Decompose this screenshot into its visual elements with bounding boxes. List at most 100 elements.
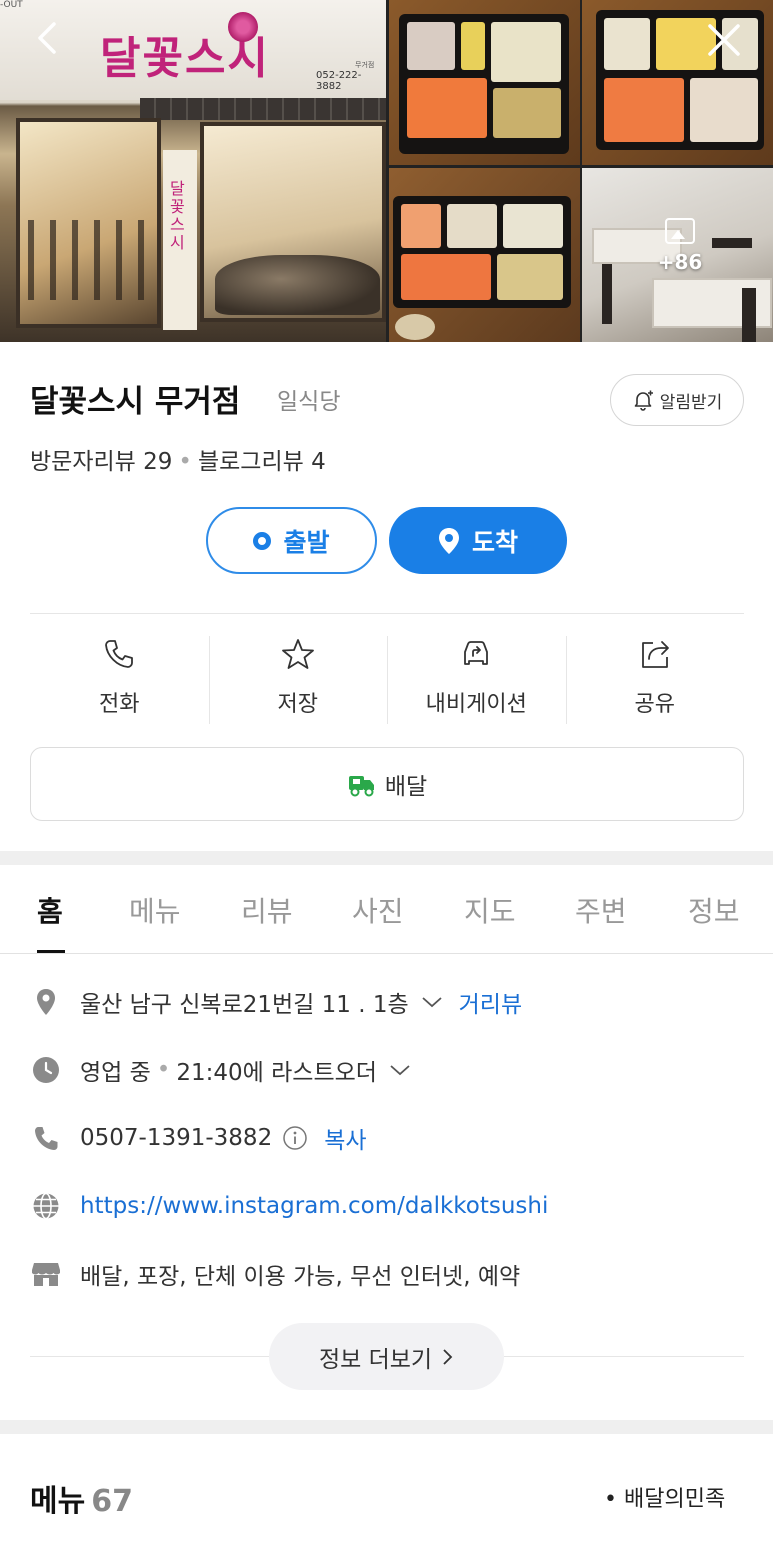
open-status: 영업 중 — [80, 1060, 151, 1086]
soup-bowl — [395, 314, 435, 340]
chair — [712, 238, 752, 248]
salad-cell — [491, 22, 561, 82]
sushi-cell — [497, 254, 563, 300]
more-photos-overlay[interactable]: +86 — [650, 218, 710, 274]
phone-row[interactable]: 0507-1391-3882 복사 — [30, 1118, 367, 1158]
address-row[interactable]: 울산 남구 신복로21번길 11 . 1층 거리뷰 — [30, 982, 522, 1022]
divider — [30, 613, 744, 614]
food-photo-3[interactable] — [389, 168, 580, 342]
tab-reviews[interactable]: 리뷰 — [241, 890, 293, 930]
menu-section-title: 메뉴 67 — [30, 1476, 133, 1520]
more-info-button[interactable]: 정보 더보기 — [269, 1323, 504, 1390]
salmon-sushi-cell — [604, 78, 684, 142]
tab-map[interactable]: 지도 — [464, 890, 516, 930]
tab-bar: 홈 메뉴 리뷰 사진 지도 주변 정보 — [0, 866, 773, 954]
navigation-action[interactable]: 내비게이션 — [387, 636, 566, 724]
salmon-sushi-cell — [407, 78, 487, 138]
arrive-button[interactable]: 도착 — [389, 507, 567, 574]
chevron-right-icon — [443, 1348, 453, 1365]
arrive-label: 도착 — [471, 527, 518, 557]
phone-icon — [35, 1127, 58, 1150]
section-separator — [0, 1420, 773, 1434]
navigation-label: 내비게이션 — [425, 692, 527, 717]
sushi-cell — [690, 78, 758, 142]
sushi-cell — [461, 22, 485, 70]
visitor-reviews-link[interactable]: 방문자리뷰 29 — [30, 449, 172, 475]
car-navigation-icon — [464, 641, 489, 665]
chevron-left-icon — [38, 22, 56, 54]
sign-phone-text: 052-222-3882 — [316, 70, 362, 92]
origin-dot-icon — [253, 531, 272, 550]
alert-label: 알림받기 — [659, 392, 723, 413]
sushi-cell — [401, 204, 441, 248]
separator-dot: • — [178, 449, 192, 475]
door-text: 달꽃스시 — [170, 179, 185, 252]
delivery-truck-icon — [348, 776, 374, 797]
tab-menu[interactable]: 메뉴 — [129, 890, 181, 930]
back-button[interactable] — [28, 16, 72, 60]
amenities-row: 배달, 포장, 단체 이용 가능, 무선 인터넷, 예약 — [30, 1254, 520, 1294]
menu-count: 67 — [91, 1484, 133, 1519]
website-row[interactable]: https://www.instagram.com/dalkkotsushi — [30, 1186, 548, 1226]
depart-label: 출발 — [283, 527, 330, 557]
globe-icon — [33, 1192, 59, 1220]
sushi-cell — [447, 204, 497, 248]
salad-cell — [604, 18, 650, 70]
chevron-down-icon[interactable] — [389, 1063, 411, 1077]
tab-info[interactable]: 정보 — [688, 890, 740, 930]
call-action[interactable]: 전화 — [30, 636, 209, 724]
tab-photos[interactable]: 사진 — [352, 890, 404, 930]
last-order-text: 21:40에 라스트오더 — [176, 1060, 377, 1086]
close-button[interactable] — [700, 16, 748, 64]
call-label: 전화 — [99, 692, 140, 717]
menu-source-name: 배달의민족 — [623, 1487, 726, 1512]
place-category: 일식당 — [277, 389, 341, 415]
close-icon — [708, 24, 740, 56]
hours-row[interactable]: 영업 중 • 21:40에 라스트오더 — [30, 1050, 411, 1090]
tab-home[interactable]: 홈 — [37, 890, 63, 930]
image-icon — [665, 218, 695, 244]
action-bar: 전화 저장 내비게이션 공유 — [30, 636, 744, 724]
more-photos-count: +86 — [657, 250, 703, 274]
more-info-label: 정보 더보기 — [318, 1346, 433, 1373]
menu-source[interactable]: • 배달의민족 — [604, 1481, 725, 1513]
salad-cell — [503, 204, 563, 248]
active-tab-indicator — [37, 950, 65, 953]
sign-branch-text: 무거점 — [355, 61, 375, 69]
delivery-label: 배달 — [384, 774, 428, 800]
chevron-down-icon[interactable] — [421, 995, 443, 1009]
save-action[interactable]: 저장 — [208, 636, 388, 724]
copy-phone-link[interactable]: 복사 — [324, 1121, 366, 1155]
awning — [140, 98, 386, 120]
bullet: • — [604, 1487, 624, 1512]
delivery-button[interactable]: 배달 — [30, 747, 744, 821]
bell-plus-icon — [634, 390, 653, 411]
stone-display — [215, 255, 380, 315]
depart-button[interactable]: 출발 — [206, 507, 377, 574]
separator-dot: • — [156, 1057, 171, 1083]
chair — [742, 288, 756, 342]
info-icon[interactable] — [282, 1125, 308, 1151]
phone-number: 0507-1391-3882 — [80, 1125, 273, 1151]
alert-subscribe-button[interactable]: 알림받기 — [610, 374, 744, 426]
share-icon — [641, 641, 669, 668]
star-icon — [281, 639, 314, 669]
amenities-text: 배달, 포장, 단체 이용 가능, 무선 인터넷, 예약 — [80, 1264, 521, 1290]
sushi-cell — [407, 22, 455, 70]
review-summary: 방문자리뷰 29 • 블로그리뷰 4 — [30, 442, 326, 476]
blog-reviews-link[interactable]: 블로그리뷰 4 — [198, 449, 326, 475]
save-label: 저장 — [277, 692, 318, 717]
sushi-cell — [493, 88, 561, 138]
share-label: 공유 — [634, 692, 675, 717]
tab-nearby[interactable]: 주변 — [575, 890, 627, 930]
location-pin-icon — [37, 989, 55, 1015]
website-link[interactable]: https://www.instagram.com/dalkkotsushi — [80, 1193, 548, 1219]
corner-text: -OUT — [0, 0, 23, 10]
interior-tables — [28, 220, 148, 300]
place-name: 달꽃스시 무거점 — [30, 384, 241, 420]
food-photo-1[interactable] — [389, 0, 580, 165]
street-view-link[interactable]: 거리뷰 — [459, 985, 522, 1019]
phone-icon — [105, 640, 134, 668]
photo-gallery[interactable]: 달꽃스시 무거점 052-222-3882 달꽃스시 -OUT +86 — [0, 0, 773, 342]
share-action[interactable]: 공유 — [565, 636, 745, 724]
